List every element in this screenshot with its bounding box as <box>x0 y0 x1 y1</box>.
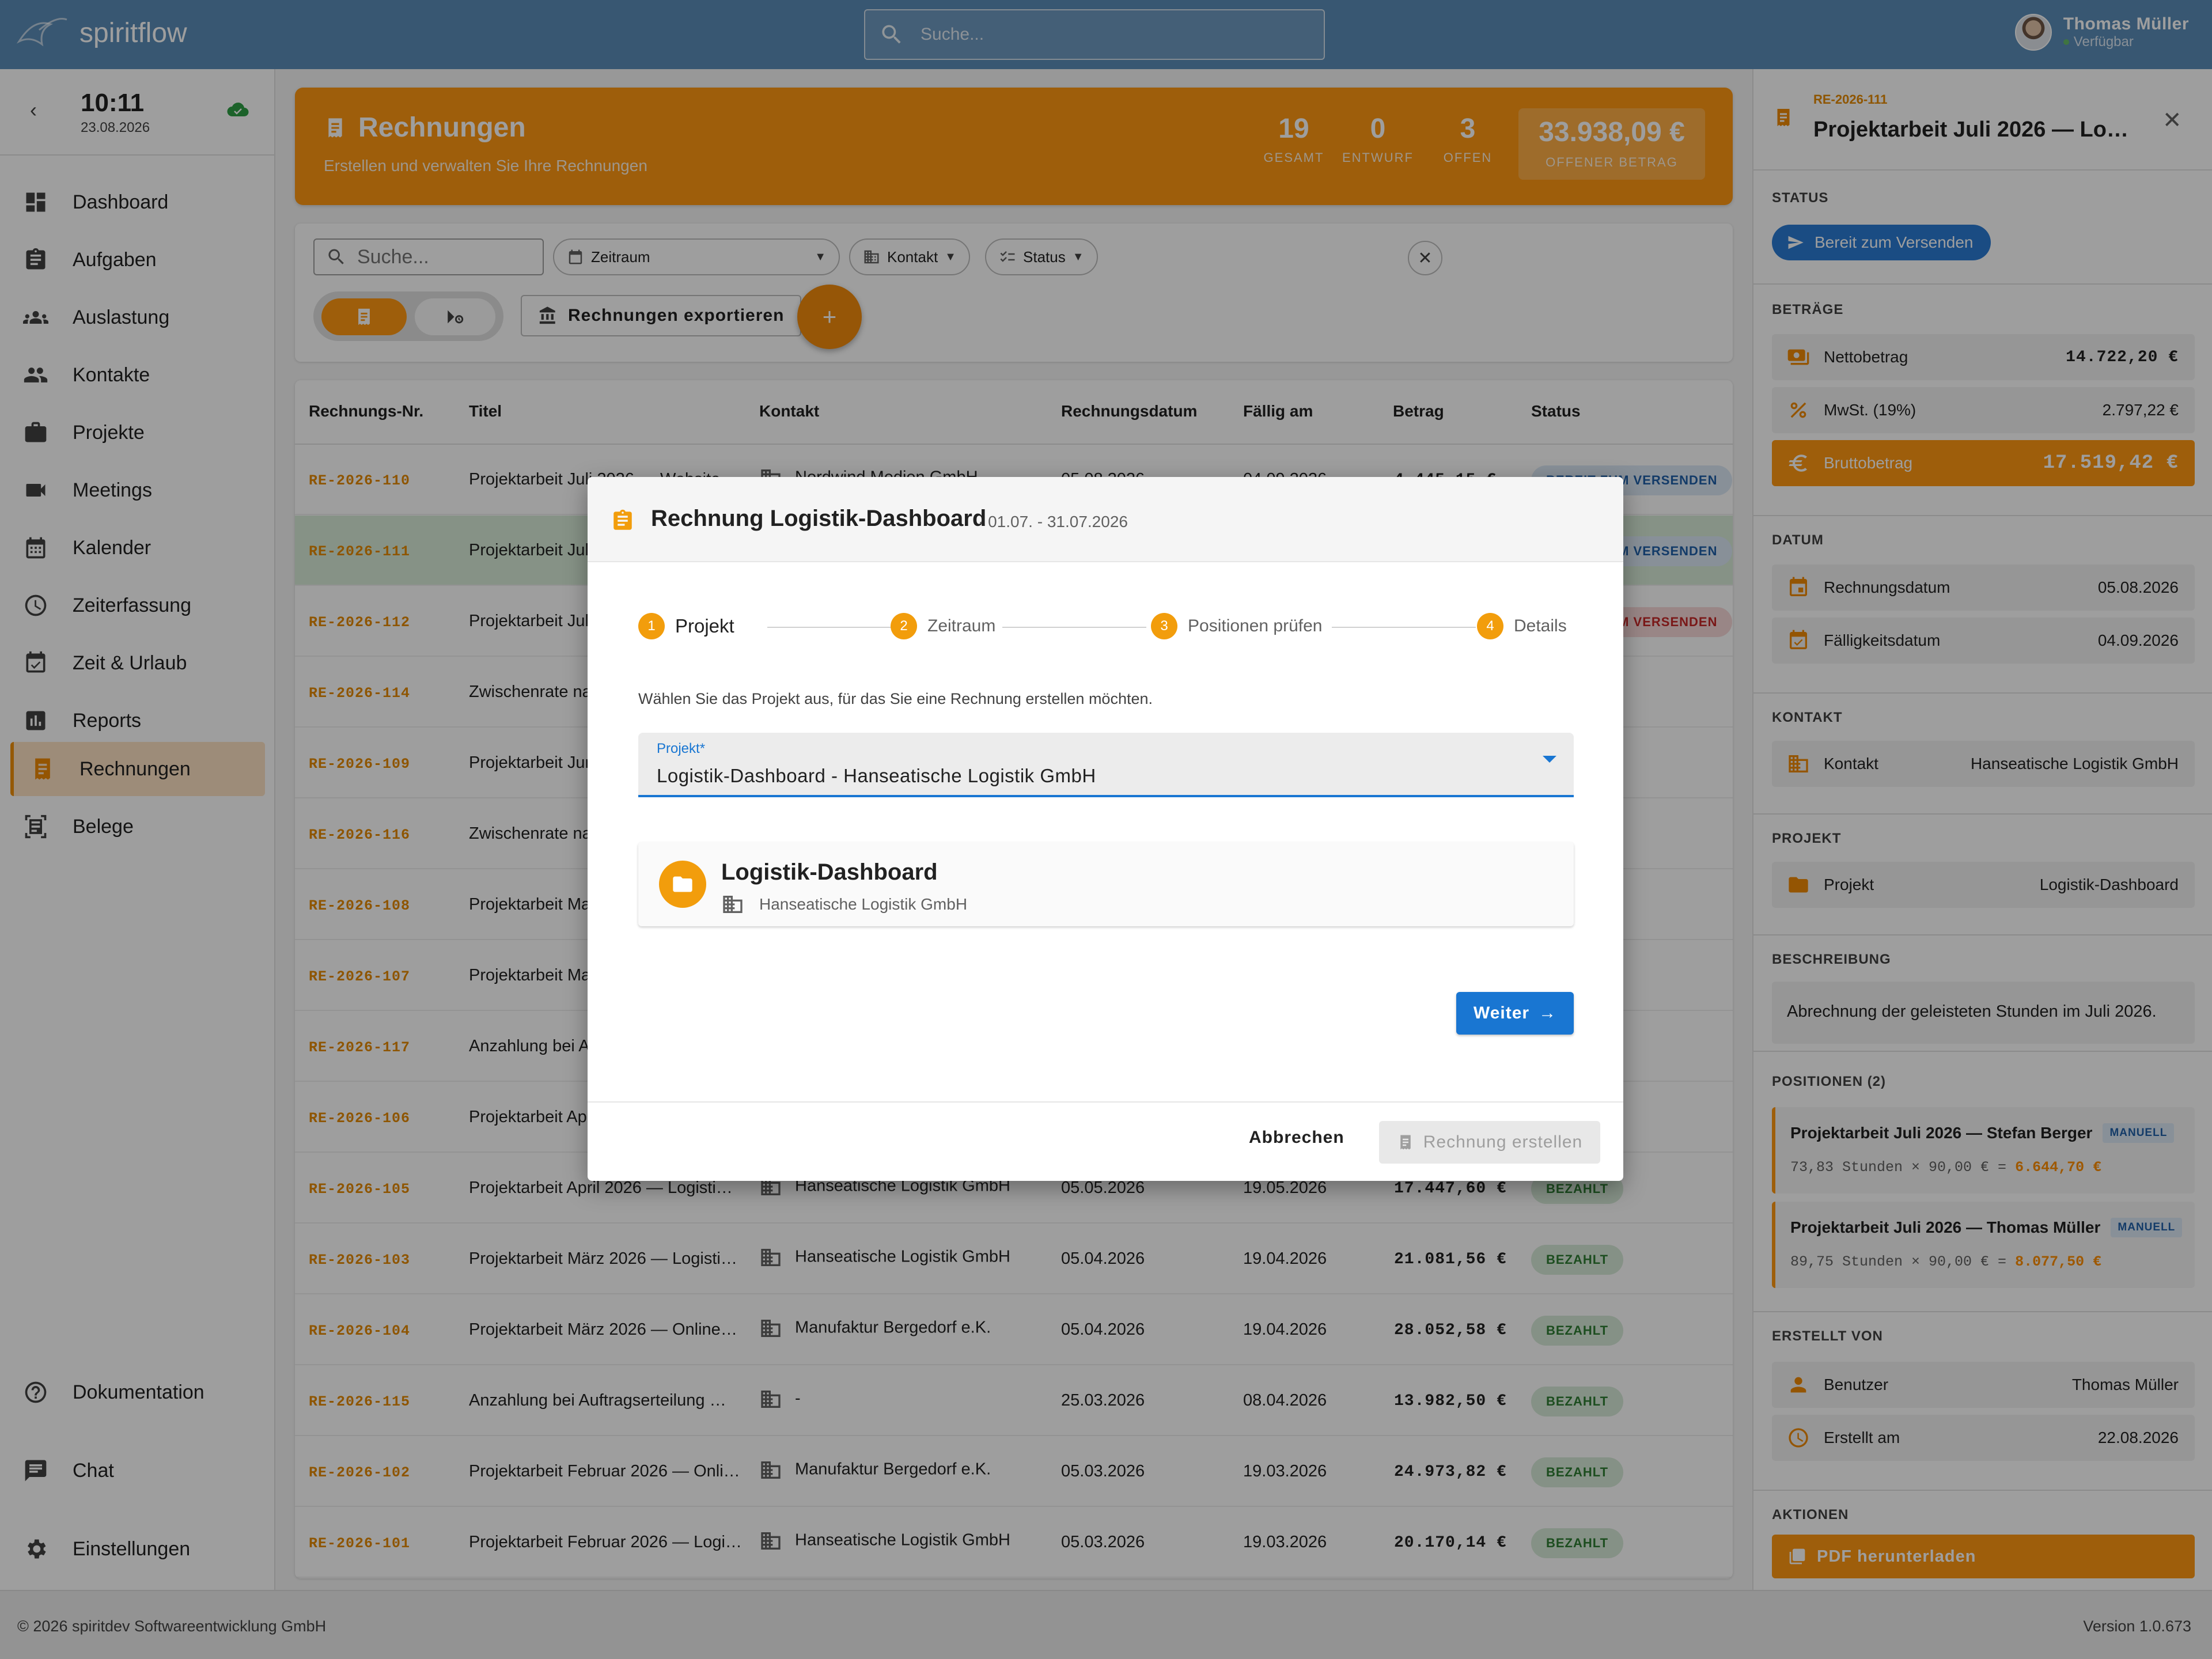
stepper-step-projekt[interactable]: 1 Projekt <box>638 613 734 639</box>
arrow-right-icon: → <box>1539 1003 1557 1022</box>
project-avatar <box>659 861 706 908</box>
create-invoice-button[interactable]: Rechnung erstellen <box>1379 1121 1600 1164</box>
project-company: Hanseatische Logistik GmbH <box>721 893 967 916</box>
stepper-step-details[interactable]: 4 Details <box>1477 613 1567 639</box>
project-select-label: Projekt* <box>657 741 706 756</box>
stepper-step-zeitraum[interactable]: 2 Zeitraum <box>891 613 995 639</box>
project-company-name: Hanseatische Logistik GmbH <box>759 895 968 913</box>
create-invoice-dialog: Rechnung Logistik-Dashboard · 01.07. - 3… <box>588 477 1623 1181</box>
cancel-button[interactable]: Abbrechen <box>1249 1128 1344 1147</box>
project-select-value: Logistik-Dashboard - Hanseatische Logist… <box>657 765 1096 786</box>
project-select[interactable]: Projekt* Logistik-Dashboard - Hanseatisc… <box>638 733 1574 797</box>
stepper-connector <box>767 627 894 628</box>
stepper-step-positionen[interactable]: 3 Positionen prüfen <box>1151 613 1323 639</box>
project-name: Logistik-Dashboard <box>721 859 938 885</box>
next-button[interactable]: Weiter → <box>1456 992 1574 1035</box>
step-number: 2 <box>891 613 917 639</box>
selected-project-card[interactable]: Logistik-Dashboard Hanseatische Logistik… <box>638 842 1574 926</box>
step-number: 3 <box>1151 613 1177 639</box>
folder-icon <box>673 876 692 892</box>
step-label: Details <box>1514 616 1567 635</box>
create-invoice-label: Rechnung erstellen <box>1423 1132 1583 1152</box>
receipt-icon <box>1400 1135 1411 1150</box>
dialog-instruction: Wählen Sie das Projekt aus, für das Sie … <box>638 690 1153 707</box>
dialog-title: Rechnung Logistik-Dashboard <box>651 506 987 531</box>
assignment-icon <box>613 509 632 530</box>
next-label: Weiter <box>1473 1003 1530 1022</box>
step-number: 4 <box>1477 613 1503 639</box>
building-icon <box>723 896 743 913</box>
dialog-subtitle: · 01.07. - 31.07.2026 <box>978 513 1128 531</box>
dialog-footer-divider <box>588 1101 1623 1103</box>
dialog-header: Rechnung Logistik-Dashboard · 01.07. - 3… <box>588 477 1623 562</box>
step-label: Projekt <box>675 615 734 637</box>
step-number: 1 <box>638 613 665 639</box>
step-label: Zeitraum <box>927 616 996 635</box>
step-label: Positionen prüfen <box>1188 616 1323 635</box>
caret-down-icon <box>1543 756 1556 763</box>
stepper-connector <box>1002 627 1146 628</box>
stepper-connector <box>1332 627 1476 628</box>
